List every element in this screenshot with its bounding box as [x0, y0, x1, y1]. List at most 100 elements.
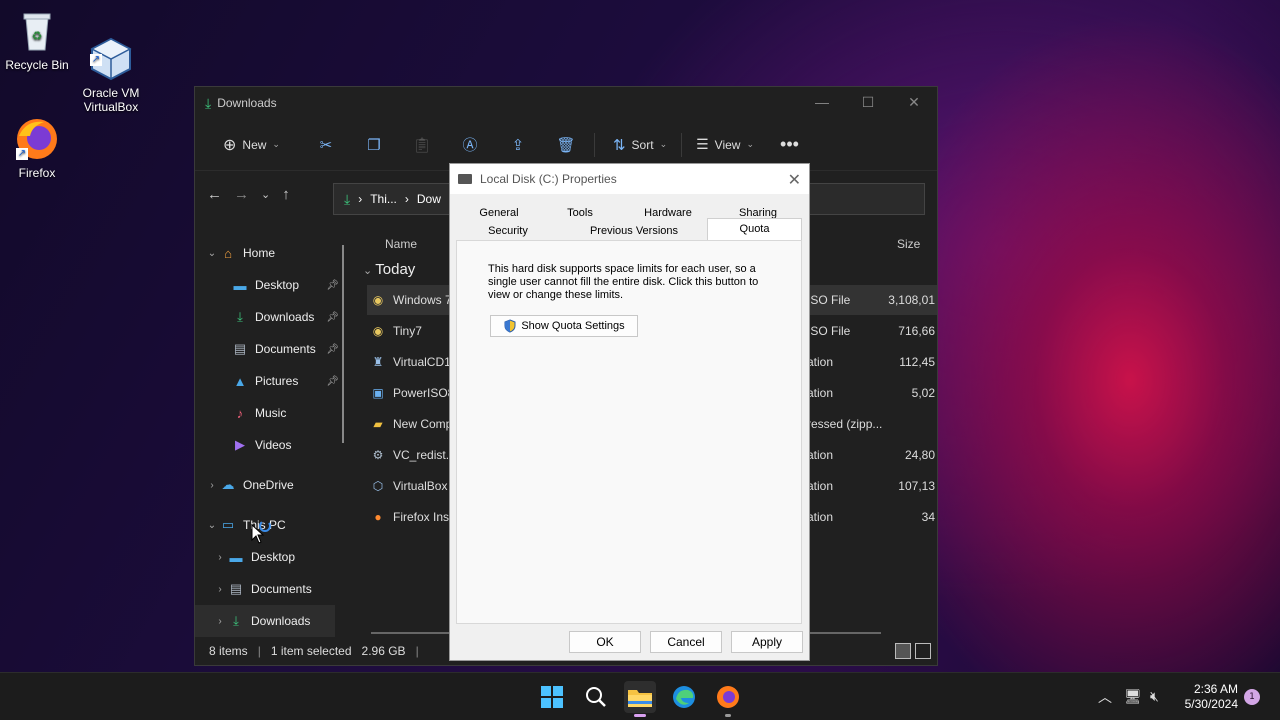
taskbar-file-explorer[interactable]: [624, 681, 656, 717]
nav-item-documents[interactable]: ▤ Documents 📌︎: [195, 333, 345, 365]
pictures-icon: ▲: [233, 373, 247, 389]
firefox-icon: ●: [374, 510, 382, 524]
tab-quota[interactable]: Quota: [707, 218, 802, 240]
taskbar-edge[interactable]: [668, 681, 700, 713]
clock-date: 5/30/2024: [1184, 697, 1238, 711]
back-arrow-icon[interactable]: ←: [207, 186, 222, 203]
windows-logo-icon: [541, 686, 563, 708]
rename-icon[interactable]: Ⓐ: [454, 129, 486, 161]
nav-label: Videos: [255, 438, 292, 452]
new-button[interactable]: ⊕ New ⌄: [215, 129, 288, 161]
firefox-icon: [717, 686, 739, 708]
chevron-right-icon[interactable]: ›: [213, 584, 227, 595]
tab-general[interactable]: General: [456, 204, 542, 222]
tab-tools[interactable]: Tools: [542, 204, 618, 222]
network-tray-icon[interactable]: 🖥︎: [1124, 673, 1142, 720]
nav-label: Pictures: [255, 374, 299, 388]
nav-item-pictures[interactable]: ▲ Pictures 📌︎: [195, 365, 345, 397]
share-icon[interactable]: ⇪: [502, 129, 534, 161]
dialog-titlebar[interactable]: Local Disk (C:) Properties: [450, 164, 809, 194]
nav-item-music[interactable]: ♪ Music: [195, 397, 345, 429]
installer-icon: ⚙: [372, 448, 384, 462]
notification-badge[interactable]: 1: [1244, 689, 1260, 705]
chevron-right-icon[interactable]: ›: [213, 616, 227, 627]
desktop-icon-firefox[interactable]: ↗ Firefox: [0, 116, 74, 180]
nav-item-pc-downloads[interactable]: › ⤓ Downloads: [195, 605, 335, 637]
chevron-right-icon[interactable]: ›: [213, 552, 227, 563]
copy-icon[interactable]: ❐: [358, 129, 390, 161]
nav-item-pc-documents[interactable]: › ▤ Documents: [195, 573, 345, 605]
tiles-view-button[interactable]: [915, 643, 931, 659]
sort-arrows-icon: ⇅: [612, 136, 626, 154]
dialog-close-button[interactable]: ✕: [788, 170, 801, 190]
minimize-button[interactable]: —: [799, 87, 845, 117]
taskbar-firefox[interactable]: [712, 681, 744, 717]
desktop-icon-virtualbox[interactable]: ↗ Oracle VM VirtualBox: [74, 8, 148, 128]
details-view-button[interactable]: [895, 643, 911, 659]
file-name: Windows 7: [393, 293, 452, 307]
taskbar: ︿ 🖥︎ 🔇︎ 2:36 AM 5/30/2024 1: [0, 672, 1280, 720]
breadcrumb-downloads[interactable]: Dow: [417, 192, 441, 206]
file-size: 24,80: [904, 448, 935, 462]
search-icon: [586, 687, 606, 707]
more-options-button[interactable]: •••: [772, 129, 807, 161]
nav-item-home[interactable]: ⌄ ⌂ Home: [195, 237, 345, 269]
breadcrumb-thispc[interactable]: Thi...: [370, 192, 397, 206]
drive-icon: [458, 174, 472, 184]
uac-shield-icon: [504, 319, 516, 333]
nav-item-downloads[interactable]: ⤓ Downloads 📌︎: [195, 301, 345, 333]
delete-icon[interactable]: 🗑︎: [550, 129, 582, 161]
column-header-name[interactable]: Name: [385, 237, 417, 251]
file-name: VirtualBox: [393, 479, 448, 493]
video-icon: ▶: [235, 437, 245, 452]
ok-button[interactable]: OK: [569, 631, 641, 653]
maximize-button[interactable]: ☐: [845, 87, 891, 117]
network-icon: 🖥︎: [1124, 689, 1142, 705]
nav-item-desktop[interactable]: ▬ Desktop 📌︎: [195, 269, 345, 301]
forward-arrow-icon[interactable]: →: [234, 186, 249, 203]
column-header-size[interactable]: Size: [897, 237, 920, 251]
tab-security[interactable]: Security: [456, 222, 560, 240]
recent-chevron-icon[interactable]: ⌄: [261, 188, 270, 201]
up-arrow-icon[interactable]: ↑: [282, 186, 290, 203]
shortcut-arrow-icon: ↗: [90, 54, 102, 66]
tab-hardware[interactable]: Hardware: [618, 204, 718, 222]
nav-item-videos[interactable]: ▶ Videos: [195, 429, 345, 461]
volume-tray-icon[interactable]: 🔇︎: [1150, 673, 1159, 720]
document-icon: ▤: [229, 581, 243, 596]
nav-label: Documents: [255, 342, 316, 356]
nav-scrollbar[interactable]: [342, 245, 344, 443]
chevron-right-icon[interactable]: ›: [205, 480, 219, 491]
tab-previous-versions[interactable]: Previous Versions: [560, 222, 708, 240]
clock-time: 2:36 AM: [1193, 682, 1238, 696]
chevron-down-icon[interactable]: ⌄: [205, 248, 219, 259]
cancel-button[interactable]: Cancel: [650, 631, 722, 653]
properties-dialog: Local Disk (C:) Properties ✕ General Too…: [449, 163, 810, 661]
svg-text:♻: ♻: [32, 29, 43, 43]
show-quota-settings-button[interactable]: Show Quota Settings: [490, 315, 638, 337]
taskbar-clock[interactable]: 2:36 AM 5/30/2024: [1185, 682, 1238, 712]
nav-item-onedrive[interactable]: › ☁ OneDrive: [195, 469, 345, 501]
search-button[interactable]: [580, 681, 612, 713]
status-size: 2.96 GB: [361, 644, 406, 658]
file-size: 3,108,01: [888, 293, 935, 307]
file-name: New Comp: [393, 417, 453, 431]
file-type: ation: [807, 448, 834, 462]
desktop-icon-recycle-bin[interactable]: ♻ Recycle Bin: [0, 8, 74, 72]
chevron-down-icon[interactable]: ⌄: [205, 520, 219, 531]
chevron-down-icon: ⌄: [659, 139, 668, 149]
firefox-icon: ↗: [14, 116, 60, 162]
file-size: 112,45: [899, 355, 935, 369]
group-header-today[interactable]: ⌄ Today: [363, 261, 415, 278]
start-button[interactable]: [536, 681, 568, 713]
nav-item-pc-desktop[interactable]: › ▬ Desktop: [195, 541, 345, 573]
file-size: 5,02: [911, 386, 935, 400]
nav-label: Documents: [251, 582, 312, 596]
apply-button[interactable]: Apply: [731, 631, 803, 653]
close-button[interactable]: ✕: [891, 87, 937, 117]
view-button[interactable]: ☰ View ⌄: [688, 129, 762, 161]
show-hidden-icons-button[interactable]: ︿: [1098, 673, 1112, 720]
cut-icon[interactable]: ✂: [310, 129, 342, 161]
paste-icon[interactable]: 📋︎: [406, 129, 438, 161]
sort-button[interactable]: ⇅ Sort ⌄: [605, 129, 675, 161]
